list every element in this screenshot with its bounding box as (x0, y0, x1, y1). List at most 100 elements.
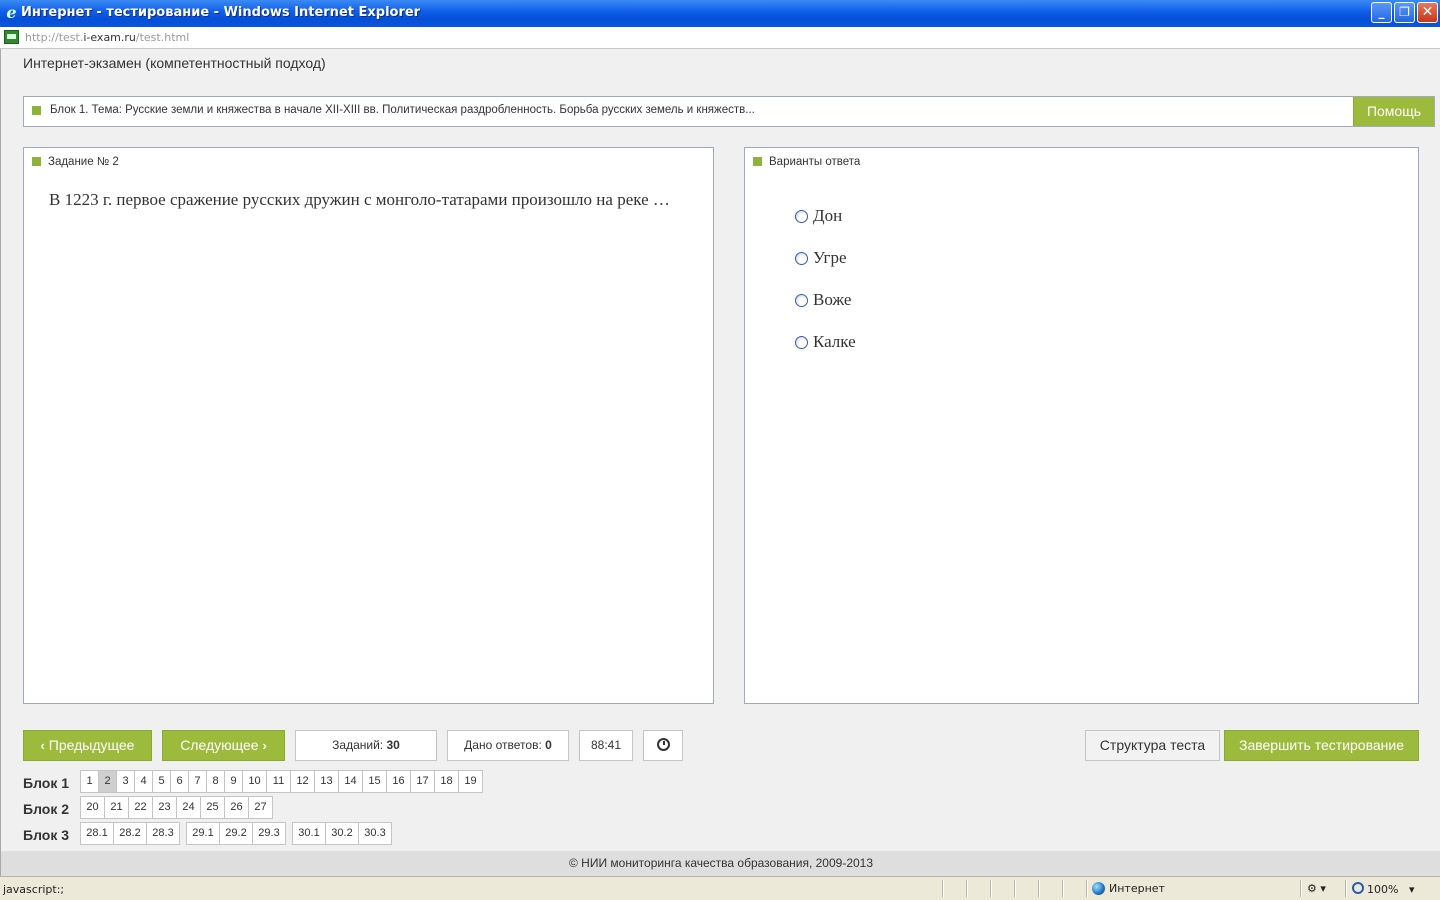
restore-button[interactable]: ❐ (1394, 2, 1415, 23)
square-bullet-icon (32, 157, 41, 167)
task-nav-cell[interactable]: 6 (170, 770, 189, 793)
block-2-task-nav: 20 21 22 23 24 25 26 27 (80, 796, 273, 819)
status-bar: javascript:; Интернет ⚙ ▾ 100% ▾ (0, 876, 1440, 900)
task-nav-cell[interactable]: 5 (152, 770, 171, 793)
answer-option[interactable]: Калке (795, 332, 856, 352)
block-label: Блок 1 (23, 775, 70, 791)
answered-count: Дано ответов: 0 (447, 730, 569, 761)
task-nav-cell[interactable]: 28.1 (80, 822, 114, 845)
task-nav-cell[interactable]: 28.2 (113, 822, 147, 845)
block-1-task-nav: 1 2 3 4 5 6 7 8 9 10 11 12 13 14 15 16 17 18 19 (80, 770, 483, 793)
answer-option[interactable]: Угре (795, 248, 847, 268)
block-3-task-nav: 28.1 28.2 28.3 29.1 29.2 29.3 30.1 30.2 30.3 (80, 822, 392, 845)
status-text: javascript:; (3, 883, 65, 896)
task-nav-cell[interactable]: 29.2 (219, 822, 253, 845)
answer-option[interactable]: Воже (795, 290, 851, 310)
address-bar[interactable]: http://test.i-exam.ru/test.html (0, 27, 1440, 49)
status-divider (1038, 880, 1040, 897)
block-label: Блок 3 (23, 827, 70, 843)
clock-icon (656, 738, 670, 751)
task-nav-cell[interactable]: 25 (200, 796, 225, 819)
task-nav-cell[interactable]: 24 (176, 796, 201, 819)
zoom-level[interactable]: 100% ▾ (1352, 882, 1414, 896)
address-url[interactable]: http://test.i-exam.ru/test.html (25, 31, 189, 44)
task-nav-cell[interactable]: 1 (80, 770, 99, 793)
answers-title: Варианты ответа (769, 156, 861, 168)
task-nav-cell[interactable]: 19 (458, 770, 483, 793)
task-nav-cell[interactable]: 16 (386, 770, 411, 793)
task-nav-cell[interactable]: 21 (104, 796, 129, 819)
task-nav-cell[interactable]: 10 (242, 770, 267, 793)
copyright-footer: © НИИ мониторинга качества образования, … (1, 851, 1440, 876)
task-nav-cell[interactable]: 12 (290, 770, 315, 793)
task-nav-cell[interactable]: 29.3 (252, 822, 286, 845)
task-nav-cell[interactable]: 7 (188, 770, 207, 793)
answer-option[interactable]: Дон (795, 206, 842, 226)
task-nav-cell[interactable]: 13 (314, 770, 339, 793)
minimize-button[interactable]: _ (1371, 2, 1392, 23)
window-title: Интернет - тестирование - Windows Intern… (21, 5, 421, 20)
task-header: Задание № 2 (32, 156, 119, 168)
help-button[interactable]: Помощь (1353, 97, 1434, 126)
task-nav-cell[interactable]: 22 (128, 796, 153, 819)
task-nav-cell[interactable]: 15 (362, 770, 387, 793)
tasks-count: Заданий: 30 (295, 730, 437, 761)
task-nav-cell[interactable]: 30.3 (358, 822, 392, 845)
radio-button[interactable] (795, 336, 808, 349)
task-nav-cell[interactable]: 30.1 (292, 822, 326, 845)
answer-label[interactable]: Калке (813, 332, 856, 351)
task-nav-cell[interactable]: 4 (134, 770, 153, 793)
task-nav-cell[interactable]: 11 (266, 770, 291, 793)
status-divider (1300, 880, 1302, 897)
previous-button[interactable]: ‹ Предыдущее (23, 730, 152, 761)
finish-test-button[interactable]: Завершить тестирование (1224, 730, 1419, 761)
task-nav-cell[interactable]: 8 (206, 770, 225, 793)
task-nav-cell[interactable]: 14 (338, 770, 363, 793)
task-nav-cell[interactable]: 17 (410, 770, 435, 793)
test-structure-button[interactable]: Структура теста (1085, 730, 1220, 761)
close-button[interactable]: ✕ (1417, 2, 1438, 23)
next-button[interactable]: Следующее › (162, 730, 285, 761)
internet-explorer-icon: e (6, 3, 17, 22)
page-title: Интернет-экзамен (компетентностный подхо… (23, 55, 326, 71)
square-bullet-icon (753, 157, 762, 167)
question-text: В 1223 г. первое сражение русских дружин… (49, 190, 670, 209)
answer-label[interactable]: Дон (813, 206, 842, 225)
radio-button[interactable] (795, 252, 808, 265)
task-nav-cell[interactable]: 3 (116, 770, 135, 793)
block-topic-bar: Блок 1. Тема: Русские земли и княжества … (23, 96, 1435, 127)
timer-toggle-button[interactable] (643, 730, 683, 761)
block-topic: Блок 1. Тема: Русские земли и княжества … (50, 104, 755, 116)
task-group: 29.1 29.2 29.3 (186, 822, 286, 845)
chevron-left-icon: ‹ (40, 738, 45, 753)
task-number: Задание № 2 (48, 156, 119, 168)
page-content: Интернет-экзамен (компетентностный подхо… (0, 49, 1440, 876)
answers-panel: Варианты ответа Дон Угре Воже Калке (744, 147, 1419, 704)
page-icon (4, 30, 19, 44)
square-bullet-icon (32, 106, 41, 115)
window-titlebar: e Интернет - тестирование - Windows Inte… (0, 0, 1440, 27)
answer-label[interactable]: Воже (813, 290, 851, 309)
task-nav-cell[interactable]: 23 (152, 796, 177, 819)
protected-mode-icon[interactable]: ⚙ ▾ (1307, 882, 1326, 895)
task-nav-cell[interactable]: 20 (80, 796, 105, 819)
task-nav-cell[interactable]: 26 (224, 796, 249, 819)
answer-label[interactable]: Угре (813, 248, 847, 267)
task-nav-cell[interactable]: 9 (224, 770, 243, 793)
status-divider (942, 880, 944, 897)
task-nav-cell[interactable]: 2 (98, 770, 117, 793)
task-nav-cell[interactable]: 29.1 (186, 822, 220, 845)
task-group: 20 21 22 23 24 25 26 27 (80, 796, 273, 819)
task-nav-cell[interactable]: 27 (248, 796, 273, 819)
task-group: 28.1 28.2 28.3 (80, 822, 180, 845)
radio-button[interactable] (795, 294, 808, 307)
task-nav-cell[interactable]: 30.2 (325, 822, 359, 845)
task-group: 1 2 3 4 5 6 7 8 9 10 11 12 13 14 15 16 17 18 19 (80, 770, 483, 793)
security-zone[interactable]: Интернет (1092, 882, 1165, 895)
task-nav-cell[interactable]: 18 (434, 770, 459, 793)
task-nav-cell[interactable]: 28.3 (146, 822, 180, 845)
status-divider (990, 880, 992, 897)
timer: 88:41 (579, 730, 633, 761)
radio-button[interactable] (795, 210, 808, 223)
task-group: 30.1 30.2 30.3 (292, 822, 392, 845)
